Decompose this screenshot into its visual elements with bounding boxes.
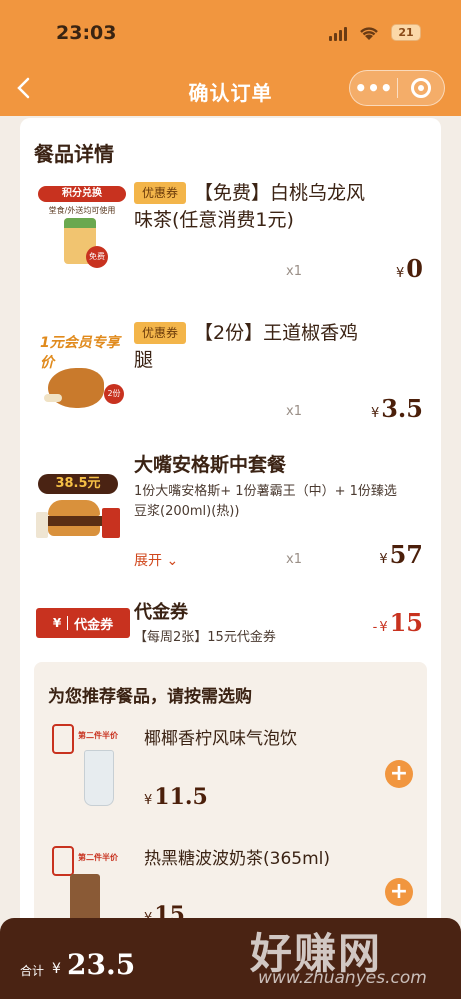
order-item: 38.5元 大嘴安格斯中套餐 1份大嘴安格斯+ 1份薯霸王（中）+ 1份臻选豆浆…: [20, 452, 441, 582]
coupon-tag: 优惠券: [134, 182, 187, 204]
burger-bun-bottom: [48, 526, 100, 536]
close-miniprogram-button[interactable]: [398, 78, 444, 98]
header: 23:03 21 确认订单 •••: [0, 0, 461, 116]
recommend-title: 为您推荐餐品，请按需选购: [48, 687, 252, 707]
brand-stamp: [52, 724, 74, 754]
expand-button[interactable]: 展开 ⌄: [134, 550, 178, 570]
recommend-item-name: 热黑糖波波奶茶(365ml): [144, 849, 330, 869]
chevron-down-icon: ⌄: [166, 553, 179, 569]
voucher-discount: - ¥15: [372, 608, 423, 637]
burger-set-thumbnail: 38.5元: [34, 468, 130, 568]
add-button[interactable]: +: [385, 760, 413, 788]
tea-thumbnail: 积分兑换 堂食/外送均可使用 免费: [34, 178, 130, 278]
total-value: 23.5: [67, 948, 136, 981]
sparkling-drink-cup: [84, 750, 114, 806]
recommend-item-name: 椰椰香柠风味气泡饮: [144, 729, 297, 749]
item-quantity: x1: [286, 264, 302, 279]
points-badge: 积分兑换: [38, 186, 126, 202]
add-button[interactable]: +: [385, 878, 413, 906]
item-title: 大嘴安格斯中套餐: [134, 454, 287, 476]
battery-icon: 21: [391, 24, 421, 41]
item-title: 优惠券 【免费】白桃乌龙风味茶(任意消费1元): [134, 180, 374, 234]
set-price-badge: 38.5元: [38, 474, 118, 494]
brand-stamp: [52, 846, 74, 876]
two-pieces-badge: 2份: [104, 384, 124, 404]
order-item: 1元会员专享价 2份 优惠券 【2份】王道椒香鸡腿 x1 ¥3.5: [20, 314, 441, 434]
watermark-url: www.zhuanyes.com: [258, 968, 427, 988]
sparkling-drink-thumbnail: 第二件半价: [48, 722, 144, 814]
signal-icon: [329, 25, 347, 41]
half-price-label: 第二件半价: [78, 853, 118, 862]
thumb-subtitle: 堂食/外送均可使用: [48, 206, 116, 215]
section-title: 餐品详情: [34, 142, 114, 166]
voucher-badge: ¥ 代金券: [36, 608, 130, 638]
voucher-row[interactable]: ¥ 代金券 代金券 【每周2张】15元代金券 - ¥15: [20, 596, 441, 646]
coupon-tag: 优惠券: [134, 322, 187, 344]
item-title: 优惠券 【2份】王道椒香鸡腿: [134, 320, 374, 374]
status-icons: 21: [329, 24, 421, 41]
burger-patty: [46, 516, 102, 526]
item-price: ¥0: [396, 254, 423, 283]
chicken-bone: [44, 394, 62, 402]
member-price-label: 1元会员专享价: [40, 335, 120, 371]
target-icon: [410, 78, 431, 98]
status-time: 23:03: [56, 22, 117, 44]
item-quantity: x1: [286, 404, 302, 419]
voucher-title: 代金券: [134, 602, 188, 623]
total-currency: ¥: [52, 961, 61, 977]
item-quantity: x1: [286, 552, 302, 567]
fries-image: [102, 508, 120, 538]
chicken-leg-thumbnail: 1元会员专享价 2份: [34, 324, 130, 424]
free-badge: 免费: [86, 246, 108, 268]
order-card: 餐品详情 积分兑换 堂食/外送均可使用 免费 优惠券 【免费】白桃乌龙风味茶(任意…: [20, 118, 441, 999]
half-price-label: 第二件半价: [78, 731, 118, 740]
chicken-leg-image: [48, 368, 104, 408]
recommend-item-price: ¥11.5: [144, 784, 208, 810]
drink-cup-top: [64, 218, 96, 228]
plus-icon: +: [389, 879, 409, 904]
plus-icon: +: [389, 761, 409, 786]
item-price: ¥57: [379, 540, 423, 569]
wifi-icon: [360, 26, 378, 40]
order-item: 积分兑换 堂食/外送均可使用 免费 优惠券 【免费】白桃乌龙风味茶(任意消费1元)…: [20, 174, 441, 294]
soy-milk-cup: [36, 512, 48, 538]
mini-program-capsule: •••: [349, 70, 445, 106]
item-description: 1份大嘴安格斯+ 1份薯霸王（中）+ 1份臻选豆浆(200ml)(热)): [134, 484, 397, 519]
item-price: ¥3.5: [370, 394, 423, 423]
total-label: 合计: [20, 964, 45, 978]
more-button[interactable]: •••: [350, 70, 397, 106]
recommend-item: 第二件半价 椰椰香柠风味气泡饮 ¥11.5 +: [34, 718, 427, 818]
voucher-desc: 【每周2张】15元代金券: [134, 630, 276, 645]
burger-bun-top: [48, 500, 100, 516]
